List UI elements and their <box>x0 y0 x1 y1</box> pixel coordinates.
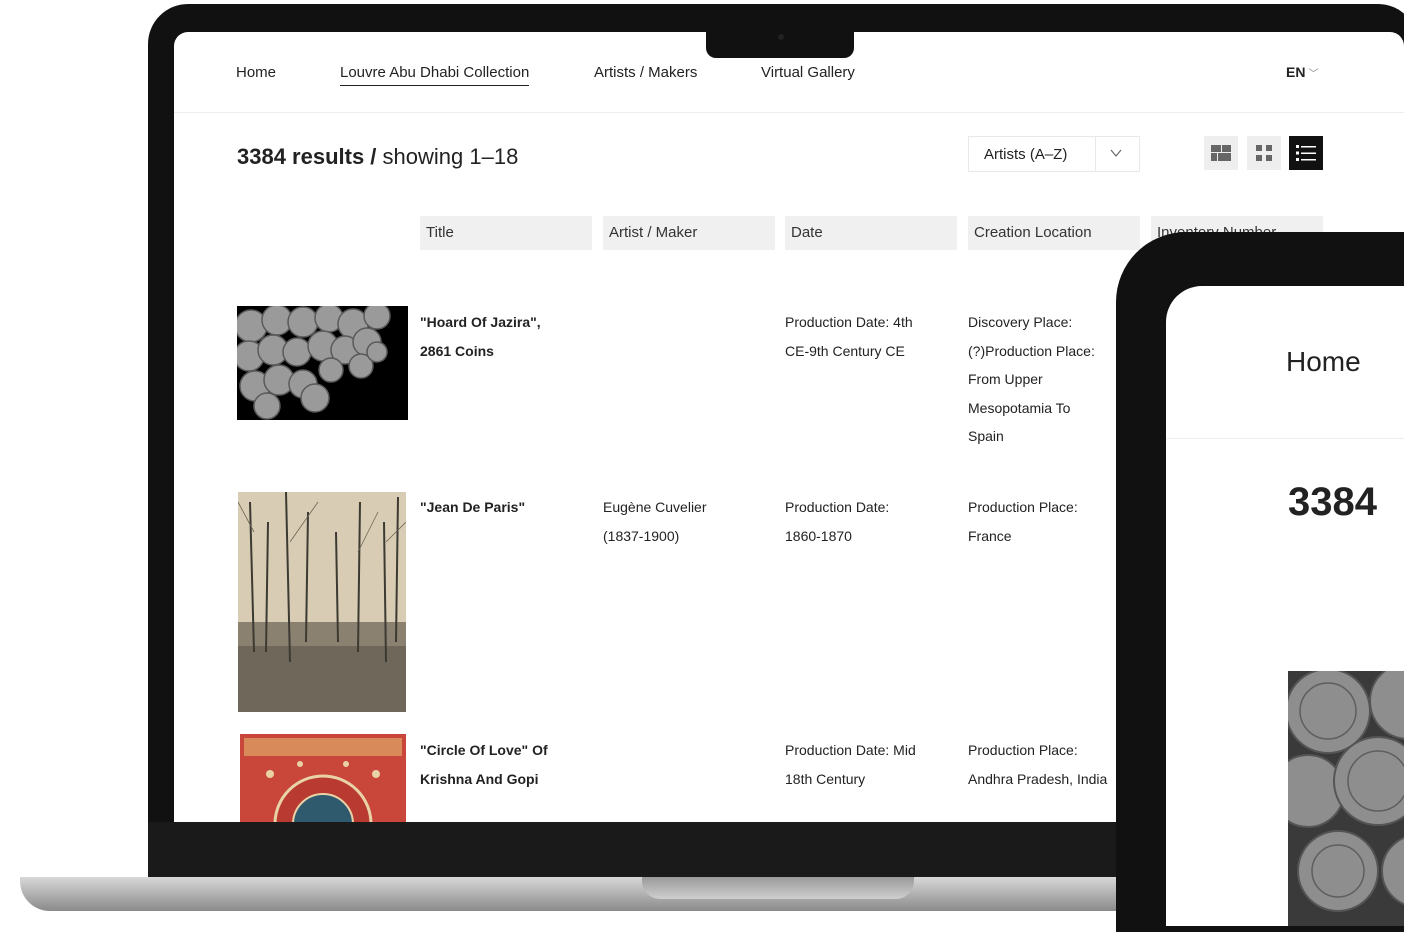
results-count: 3384 results / <box>237 144 377 169</box>
row-2-date: Production Date: 1860-1870 <box>785 493 889 550</box>
sort-divider <box>1095 137 1096 171</box>
row-3-location: Production Place: Andhra Pradesh, India <box>968 736 1107 793</box>
row-3-location-line: Andhra Pradesh, India <box>968 770 1108 787</box>
row-1-location-line: Discovery Place: <box>968 314 1073 330</box>
row-3-date-line: 18th Century <box>785 770 866 787</box>
tablet-results-count: 3384 <box>1288 480 1377 524</box>
row-2-location-line: Production Place: <box>968 499 1078 515</box>
chevron-down-icon <box>1110 149 1122 157</box>
view-small-grid-button[interactable] <box>1247 136 1281 170</box>
thumbnail-coins[interactable] <box>237 306 408 420</box>
row-1-title[interactable]: "Hoard Of Jazira", 2861 Coins <box>420 308 590 365</box>
nav-item-home[interactable]: Home <box>236 64 276 81</box>
row-1-location-line: Spain <box>968 428 1004 444</box>
results-summary: 3384 results / showing 1–18 <box>237 144 518 170</box>
language-selector[interactable]: EN ﹀ <box>1286 64 1318 80</box>
row-2-date-line: Production Date: <box>785 499 890 515</box>
language-label: EN <box>1286 64 1306 80</box>
column-header-location[interactable]: Creation Location <box>968 216 1140 250</box>
sort-dropdown[interactable]: Artists (A–Z) <box>968 136 1140 172</box>
list-icon <box>1296 145 1316 161</box>
row-1-date: Production Date: 4th CE-9th Century CE <box>785 308 913 365</box>
column-header-artist[interactable]: Artist / Maker <box>603 216 775 250</box>
thumbnail-krishna-painting[interactable] <box>240 734 406 822</box>
row-3-location-line: Production Place: <box>968 742 1078 758</box>
row-1-location-line: From Upper <box>968 371 1043 387</box>
row-1-date-line: Production Date: 4th <box>785 314 913 330</box>
chevron-down-icon: ﹀ <box>1308 69 1319 80</box>
row-1-date-line: CE-9th Century CE <box>785 342 905 359</box>
column-header-date[interactable]: Date <box>785 216 957 250</box>
tablet-screen: Home 3384 <box>1166 286 1404 926</box>
nav-item-virtual-gallery[interactable]: Virtual Gallery <box>761 64 855 81</box>
row-2-date-line: 1860-1870 <box>785 527 852 544</box>
row-2-title[interactable]: "Jean De Paris" <box>420 493 590 522</box>
row-2-location-line: France <box>968 527 1012 544</box>
results-showing: showing 1–18 <box>376 144 519 169</box>
row-3-title-line: Krishna And Gopi <box>420 770 539 787</box>
row-2-artist[interactable]: Eugène Cuvelier (1837-1900) <box>603 493 707 550</box>
column-header-title[interactable]: Title <box>420 216 592 250</box>
row-2-title-line: "Jean De Paris" <box>420 499 526 515</box>
sort-selected: Artists (A–Z) <box>984 146 1068 163</box>
row-2-location: Production Place: France <box>968 493 1078 550</box>
row-1-title-line: 2861 Coins <box>420 342 494 359</box>
view-large-grid-button[interactable] <box>1204 136 1238 170</box>
row-1-title-line: "Hoard Of Jazira", <box>420 314 541 330</box>
row-1-location: Discovery Place: (?)Production Place: Fr… <box>968 308 1095 451</box>
row-2-artist-line: Eugène Cuvelier <box>603 499 707 515</box>
row-3-date: Production Date: Mid 18th Century <box>785 736 916 793</box>
view-list-button[interactable] <box>1289 136 1323 170</box>
tablet-thumbnail-coins[interactable] <box>1288 671 1404 926</box>
row-3-date-line: Production Date: Mid <box>785 742 916 758</box>
tablet-nav-divider <box>1166 438 1404 439</box>
row-1-location-line: (?)Production Place: <box>968 342 1095 359</box>
tablet-nav-home[interactable]: Home <box>1286 346 1361 378</box>
thumbnail-birch-trees[interactable] <box>238 492 406 712</box>
nav-item-collection[interactable]: Louvre Abu Dhabi Collection <box>340 64 530 86</box>
nav-item-artists[interactable]: Artists / Makers <box>594 64 697 81</box>
laptop-base-groove <box>642 877 914 899</box>
large-grid-icon <box>1211 145 1231 161</box>
camera-notch <box>706 4 854 58</box>
row-2-artist-line: (1837-1900) <box>603 527 680 544</box>
row-1-location-line: Mesopotamia To <box>968 399 1071 416</box>
row-3-title-line: "Circle Of Love" Of <box>420 742 548 758</box>
small-grid-icon <box>1256 145 1272 161</box>
row-3-title[interactable]: "Circle Of Love" Of Krishna And Gopi <box>420 736 590 793</box>
camera-icon <box>778 34 784 40</box>
